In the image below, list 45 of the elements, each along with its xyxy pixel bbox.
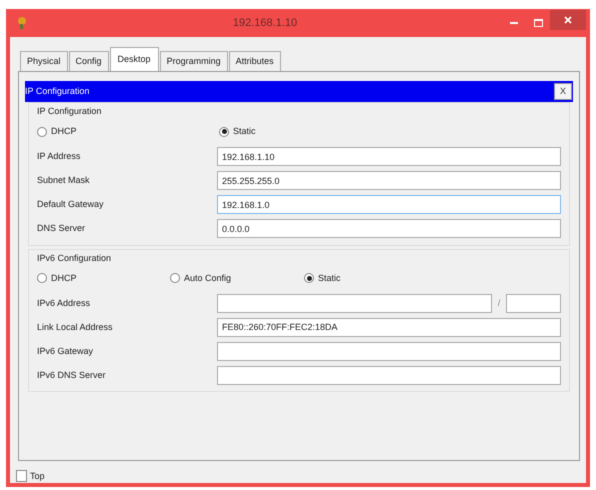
separator-label: /	[496, 296, 502, 310]
input-field[interactable]	[217, 366, 561, 385]
input-field[interactable]	[217, 342, 561, 361]
close-button[interactable]: X	[554, 83, 572, 100]
field-label: IPv6 DNS Server	[37, 368, 107, 382]
radio-button[interactable]	[37, 273, 47, 284]
radio-label: DHCP	[51, 125, 77, 138]
field-label: Subnet Mask	[37, 174, 91, 188]
checkbox[interactable]	[16, 470, 27, 482]
radio-button[interactable]	[170, 273, 180, 284]
radio-label: Auto Config	[184, 272, 232, 285]
field-label: Default Gateway	[37, 198, 105, 212]
tab[interactable]: Config	[68, 50, 109, 72]
tab[interactable]: Desktop	[110, 46, 159, 72]
maximize-icon	[534, 18, 542, 27]
tab[interactable]: Physical	[20, 50, 68, 72]
input-field[interactable]: 0.0.0.0	[217, 219, 561, 238]
window-title: 192.168.1.10	[232, 16, 298, 31]
input-field[interactable]: 255.255.255.0	[217, 171, 561, 190]
panel-title: IP Configuration	[25, 85, 90, 98]
radio-button[interactable]	[304, 273, 314, 284]
checkbox-label: Top	[30, 470, 45, 483]
minimize-icon	[510, 21, 518, 24]
app-icon	[16, 16, 28, 30]
radio-button[interactable]	[37, 126, 47, 137]
close-icon	[564, 16, 572, 24]
radio-label: Static	[233, 125, 256, 138]
input-field[interactable]: FE80::260:70FF:FEC2:18DA	[217, 318, 561, 337]
radio-label: DHCP	[51, 272, 77, 285]
tab[interactable]: Programming	[160, 50, 228, 72]
field-label: DNS Server	[37, 222, 86, 236]
input-field[interactable]: 192.168.1.10	[217, 147, 561, 166]
group-title: IP Configuration	[37, 105, 102, 118]
field-label: IPv6 Address	[37, 296, 92, 310]
radio-button[interactable]	[219, 126, 229, 137]
prefix-field[interactable]	[506, 294, 561, 313]
field-label: IP Address	[37, 150, 82, 164]
input-field[interactable]	[217, 294, 492, 313]
field-label: IPv6 Gateway	[37, 344, 94, 358]
input-field[interactable]: 192.168.1.0	[217, 195, 561, 214]
radio-label: Static	[318, 272, 341, 285]
field-label: Link Local Address	[37, 320, 114, 334]
tab[interactable]: Attributes	[228, 50, 281, 72]
group-title: IPv6 Configuration	[37, 252, 112, 265]
close-button[interactable]	[550, 10, 586, 30]
